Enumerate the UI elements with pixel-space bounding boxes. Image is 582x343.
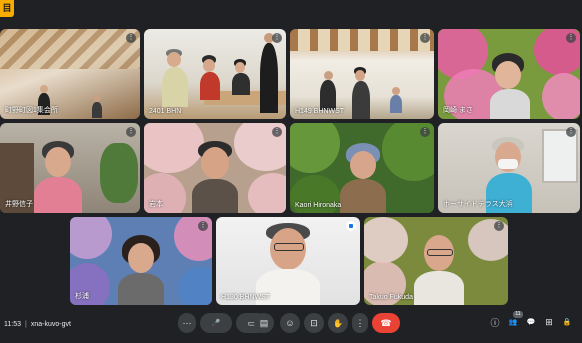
participant-tile[interactable]: ⋮ 井野信子 bbox=[0, 123, 140, 213]
tile-menu-icon[interactable]: ⋮ bbox=[566, 127, 576, 137]
participant-name: H149 BHNWST bbox=[295, 108, 345, 115]
activities-button[interactable]: ⊞ bbox=[542, 315, 556, 329]
app-logo: 目 bbox=[0, 0, 14, 17]
people-icon: 👥 bbox=[508, 319, 518, 326]
glasses bbox=[274, 243, 304, 251]
lilies bbox=[364, 217, 408, 263]
ellipsis-icon: ⋯ bbox=[182, 317, 192, 328]
ceiling-beams bbox=[0, 29, 140, 69]
leave-call-button[interactable]: ☎ bbox=[372, 313, 400, 333]
window bbox=[542, 129, 578, 183]
tile-menu-icon[interactable]: ⋮ bbox=[272, 33, 282, 43]
raise-hand-button[interactable]: ✋ bbox=[328, 313, 348, 333]
meeting-code: xna-kuvo-gvt bbox=[30, 321, 71, 328]
info-icon: ⓘ bbox=[490, 317, 500, 328]
meeting-toolbar: 11:53 | xna-kuvo-gvt ⋯ 🎤 ▭ ▤ ☺ ⊡ ✋ ⋮ ☎ ⓘ 👥… bbox=[0, 309, 582, 343]
side-panel-controls: ⓘ 👥 11 💬 ⊞ 🔒 bbox=[488, 311, 578, 331]
participant-grid: ⋮ 町野町図1集会所 ⋮ 2401 BHN ⋮ H149 BHNWST ⋮ 岡崎… bbox=[0, 0, 582, 310]
pin-icon[interactable] bbox=[346, 221, 356, 231]
participant-tile[interactable]: ⋮ 杉浦 bbox=[70, 217, 212, 305]
foliage bbox=[290, 123, 340, 173]
kebab-icon: ⋮ bbox=[355, 317, 365, 328]
separator: | bbox=[25, 321, 27, 328]
participant-name: Kaori Hironaka bbox=[295, 202, 342, 209]
cherry-blossom bbox=[144, 123, 204, 173]
present-icon: ⊡ bbox=[310, 317, 318, 328]
participant-tile[interactable]: ⋮ H149 BHNWST bbox=[290, 29, 434, 119]
tile-menu-icon[interactable]: ⋮ bbox=[420, 127, 430, 137]
tile-menu-icon[interactable]: ⋮ bbox=[126, 33, 136, 43]
emoji-button[interactable]: ☺ bbox=[280, 313, 300, 333]
more-options-button[interactable]: ⋯ bbox=[178, 313, 196, 333]
participant-name: Takuo Fukuda bbox=[369, 294, 413, 301]
flowers bbox=[178, 267, 212, 305]
emoji-icon: ☺ bbox=[285, 318, 295, 328]
participant-tile[interactable]: ⋮ Takuo Fukuda bbox=[364, 217, 508, 305]
meeting-details-button[interactable]: ⓘ bbox=[488, 315, 502, 329]
tile-menu-icon[interactable]: ⋮ bbox=[198, 221, 208, 231]
glasses bbox=[427, 249, 453, 256]
chat-icon: 💬 bbox=[526, 319, 536, 326]
tile-menu-icon[interactable]: ⋮ bbox=[566, 33, 576, 43]
hand-icon: ✋ bbox=[333, 318, 343, 328]
participant-tile[interactable]: ⋮ Kaori Hironaka bbox=[290, 123, 434, 213]
captions-button[interactable]: ▤ bbox=[254, 313, 274, 333]
ceiling-beams bbox=[290, 29, 434, 51]
plant bbox=[100, 143, 138, 203]
participant-name: 岩本 bbox=[149, 201, 163, 208]
tile-menu-icon[interactable]: ⋮ bbox=[272, 127, 282, 137]
people-button[interactable]: 👥 11 bbox=[506, 311, 523, 329]
meeting-info: 11:53 | xna-kuvo-gvt bbox=[4, 321, 71, 328]
tile-menu-icon[interactable]: ⋮ bbox=[420, 33, 430, 43]
participant-tile[interactable]: ⋮ 岩本 bbox=[144, 123, 286, 213]
tile-menu-icon[interactable]: ⋮ bbox=[494, 221, 504, 231]
phone-hangup-icon: ☎ bbox=[380, 317, 392, 328]
participant-name: 2401 BHN bbox=[149, 108, 182, 115]
mic-icon: 🎤 bbox=[211, 320, 221, 327]
clock: 11:53 bbox=[4, 321, 21, 328]
face-mask bbox=[498, 159, 518, 169]
chat-button[interactable]: 💬 bbox=[524, 315, 538, 329]
tile-menu-icon[interactable]: ⋮ bbox=[126, 127, 136, 137]
participant-name: ホーサイドテラス大浜 bbox=[443, 201, 513, 208]
participant-tile[interactable]: H130 BHNWST bbox=[216, 217, 360, 305]
participant-name: 井野信子 bbox=[5, 201, 33, 208]
activities-icon: ⊞ bbox=[545, 316, 553, 327]
participant-tile[interactable]: ⋮ 町野町図1集会所 bbox=[0, 29, 140, 119]
host-controls-button[interactable]: 🔒 bbox=[560, 315, 574, 329]
participant-name: 杉浦 bbox=[75, 293, 89, 300]
participant-tile[interactable]: ⋮ 2401 BHN bbox=[144, 29, 286, 119]
more-actions-button[interactable]: ⋮ bbox=[352, 313, 368, 333]
participant-name: H130 BHNWST bbox=[221, 294, 271, 301]
participant-tile[interactable]: ⋮ ホーサイドテラス大浜 bbox=[438, 123, 580, 213]
lock-icon: 🔒 bbox=[562, 319, 572, 326]
participant-name: 町野町図1集会所 bbox=[5, 107, 58, 114]
mic-button[interactable]: 🎤 bbox=[200, 313, 232, 333]
cherry-blossom bbox=[248, 173, 286, 213]
captions-icon: ▤ bbox=[259, 317, 269, 328]
present-button[interactable]: ⊡ bbox=[304, 313, 324, 333]
azalea bbox=[542, 73, 580, 119]
flowers bbox=[70, 217, 112, 259]
participant-name: 岡崎 まさ bbox=[443, 107, 473, 114]
participant-tile[interactable]: ⋮ 岡崎 まさ bbox=[438, 29, 580, 119]
participant-count-badge: 11 bbox=[513, 311, 523, 318]
